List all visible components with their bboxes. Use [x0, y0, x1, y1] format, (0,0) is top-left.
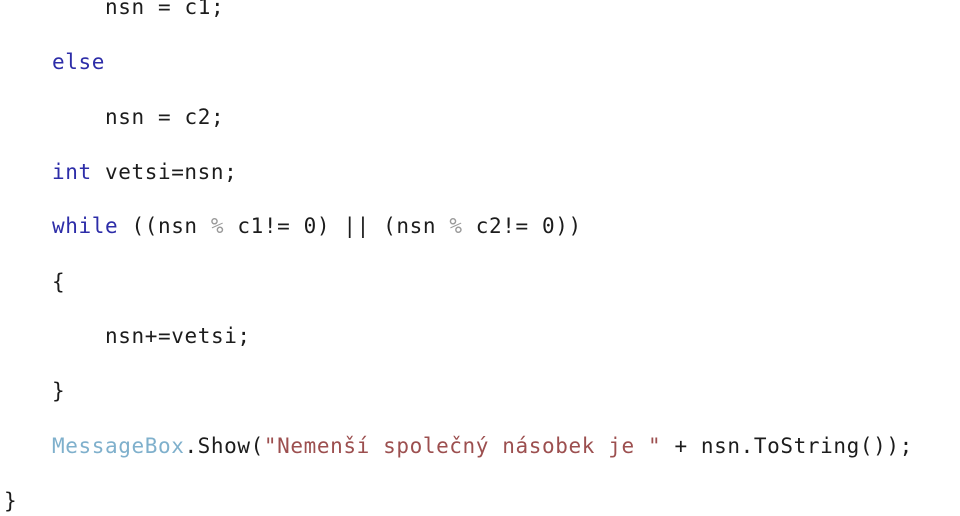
code-token-string: "Nemenší společný násobek je " — [263, 434, 662, 458]
code-line[interactable]: nsn = c2; — [0, 102, 960, 132]
code-token-plain: nsn = c2; — [105, 105, 225, 129]
code-line[interactable]: MessageBox.Show("Nemenší společný násobe… — [0, 431, 960, 461]
code-line[interactable]: int vetsi=nsn; — [0, 157, 960, 187]
code-listing[interactable]: nsn = c1; else nsn = c2; int vetsi=nsn; whil… — [0, 0, 960, 513]
code-token-plain: .Show( — [184, 434, 264, 458]
code-token-operator: % — [449, 214, 463, 238]
code-token-plain: vetsi=nsn; — [91, 160, 238, 184]
code-token-plain: c1!= 0) || (nsn — [224, 214, 450, 238]
code-token-keyword: else — [52, 50, 105, 74]
code-token-keyword: while — [52, 214, 119, 238]
code-token-plain: c2!= 0)) — [462, 214, 582, 238]
code-token-plain: { — [52, 270, 66, 294]
code-token-plain: ((nsn — [118, 214, 211, 238]
code-token-type: MessageBox — [52, 434, 185, 458]
code-token-plain: } — [52, 379, 66, 403]
code-token-plain: + nsn.ToString()); — [661, 434, 913, 458]
code-line[interactable]: } — [0, 486, 960, 516]
code-line[interactable]: while ((nsn % c1!= 0) || (nsn % c2!= 0)) — [0, 211, 960, 241]
code-line[interactable]: { — [0, 267, 960, 297]
code-token-plain: nsn+=vetsi; — [105, 324, 251, 348]
code-line[interactable]: nsn+=vetsi; — [0, 321, 960, 351]
code-token-operator: % — [210, 214, 225, 238]
code-line[interactable]: else — [0, 47, 960, 77]
code-token-keyword: int — [52, 160, 92, 184]
code-token-plain: } — [4, 489, 18, 513]
code-line[interactable]: nsn = c1; — [0, 0, 960, 22]
code-token-plain: nsn = c1; — [105, 0, 225, 19]
code-line[interactable]: } — [0, 376, 960, 406]
